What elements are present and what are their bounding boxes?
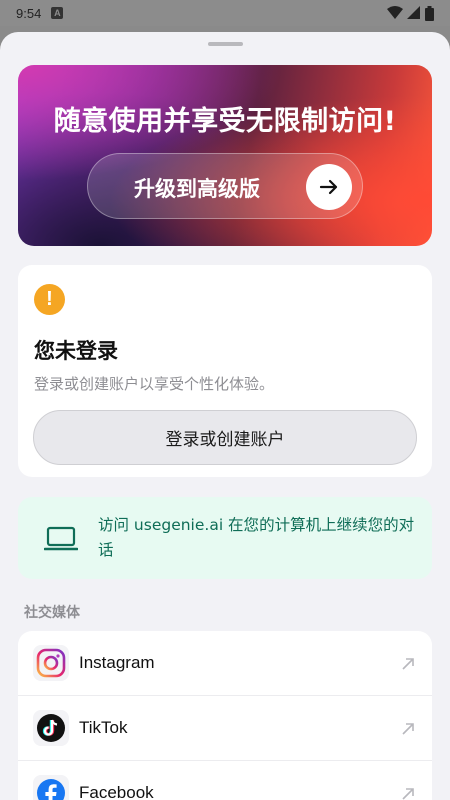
tiktok-icon xyxy=(33,710,69,746)
notification-icon: A xyxy=(51,7,64,19)
social-section-label: 社交媒体 xyxy=(24,605,80,621)
arrow-right-icon xyxy=(306,164,352,210)
social-item-instagram[interactable]: Instagram xyxy=(18,631,432,696)
drag-handle[interactable] xyxy=(208,42,243,46)
social-item-label: Facebook xyxy=(79,783,154,800)
social-item-label: TikTok xyxy=(79,718,128,737)
upgrade-button[interactable]: 升级到高级版 xyxy=(87,153,363,219)
wifi-icon xyxy=(387,6,403,19)
warning-icon: ! xyxy=(34,284,65,315)
visit-desktop-text: 访问 usegenie.ai 在您的计算机上继续您的对话 xyxy=(98,516,415,559)
login-title: 您未登录 xyxy=(34,339,118,363)
social-item-tiktok[interactable]: TikTok xyxy=(18,696,432,761)
battery-icon xyxy=(425,5,434,21)
premium-banner: 随意使用并享受无限制访问! 升级到高级版 xyxy=(18,65,432,246)
external-link-icon xyxy=(401,721,415,740)
upgrade-button-label: 升级到高级版 xyxy=(134,177,260,201)
login-card: ! 您未登录 登录或创建账户以享受个性化体验。 登录或创建账户 xyxy=(18,265,432,477)
external-link-icon xyxy=(401,656,415,675)
external-link-icon xyxy=(401,786,415,800)
status-time: 9:54 xyxy=(16,5,42,21)
login-button[interactable]: 登录或创建账户 xyxy=(33,410,417,465)
status-bar: 9:54 A xyxy=(0,0,450,26)
facebook-icon xyxy=(33,775,69,800)
status-icons xyxy=(387,5,434,21)
visit-desktop-card[interactable]: 访问 usegenie.ai 在您的计算机上继续您的对话 xyxy=(18,497,432,579)
social-item-label: Instagram xyxy=(79,653,155,672)
bottom-sheet: 随意使用并享受无限制访问! 升级到高级版 ! 您未登录 登录或创建账户以享受个性… xyxy=(0,32,450,800)
social-item-facebook[interactable]: Facebook xyxy=(18,761,432,800)
social-list: Instagram TikTok Facebook xyxy=(18,631,432,800)
premium-title: 随意使用并享受无限制访问! xyxy=(53,106,397,137)
instagram-icon xyxy=(33,645,69,681)
signal-icon xyxy=(407,6,420,19)
laptop-icon xyxy=(43,526,79,556)
login-subtitle: 登录或创建账户以享受个性化体验。 xyxy=(34,375,275,393)
